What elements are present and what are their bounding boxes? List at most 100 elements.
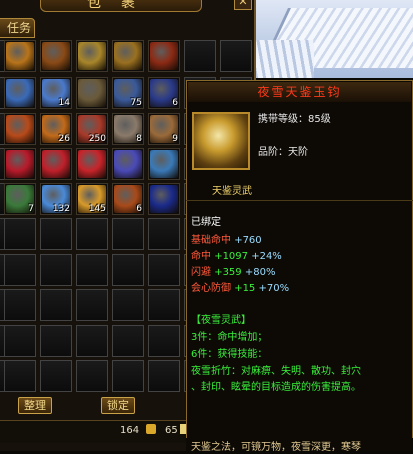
- bound-label: 已绑定: [191, 217, 221, 228]
- silver-amount: 65: [165, 425, 178, 436]
- item-count: 14: [58, 98, 70, 108]
- inventory-slot-empty[interactable]: [76, 254, 108, 286]
- stat-value: +15: [234, 283, 256, 294]
- item-flavor-text: 天鉴之法，可镜万物，夜雪深更，寒琴: [191, 442, 361, 453]
- item-count: 26: [58, 134, 70, 144]
- inventory-slot-item[interactable]: 26: [40, 113, 72, 145]
- stat-row: 闪避 +359 +80%: [191, 266, 275, 279]
- inventory-slot-empty[interactable]: [148, 360, 180, 392]
- skill-desc-line2: 、封印、眩晕的目标造成的伤害提高。: [191, 382, 361, 393]
- inventory-slot-empty[interactable]: [40, 360, 72, 392]
- inventory-slot-empty[interactable]: [4, 360, 36, 392]
- inventory-slot-empty[interactable]: [148, 218, 180, 250]
- inventory-slot-empty[interactable]: [40, 325, 72, 357]
- inventory-slot-item[interactable]: 145: [76, 183, 108, 215]
- stat-label: 基础命中: [191, 235, 231, 246]
- inventory-slot-empty[interactable]: [4, 289, 36, 321]
- inventory-slot-item[interactable]: 132: [40, 183, 72, 215]
- item-count: 132: [52, 204, 70, 214]
- lock-button[interactable]: 锁定: [101, 397, 135, 414]
- item-icon: [150, 150, 178, 178]
- inventory-slot-item[interactable]: [4, 40, 36, 72]
- inventory-slot-item[interactable]: 14: [40, 77, 72, 109]
- inventory-slot-empty[interactable]: [76, 289, 108, 321]
- item-icon: [6, 79, 34, 107]
- stat-bonus: +80%: [244, 267, 276, 278]
- inventory-slot-empty[interactable]: [112, 218, 144, 250]
- inventory-slot-item[interactable]: 250: [76, 113, 108, 145]
- inventory-slot-item[interactable]: [4, 113, 36, 145]
- stat-row: 基础命中 +760: [191, 234, 262, 247]
- skill-desc-line1: 夜雪折竹：对麻痹、失明、散功、封穴: [191, 366, 361, 377]
- inventory-slot-empty[interactable]: [112, 254, 144, 286]
- stat-value: +359: [214, 267, 242, 278]
- stat-label: 闪避: [191, 267, 211, 278]
- item-icon: [78, 150, 106, 178]
- inventory-slot-empty[interactable]: [112, 325, 144, 357]
- inventory-slot-item[interactable]: [76, 77, 108, 109]
- inventory-slot-empty[interactable]: [112, 360, 144, 392]
- inventory-slot-item[interactable]: [76, 40, 108, 72]
- inventory-slot-empty[interactable]: [148, 254, 180, 286]
- item-icon: [6, 150, 34, 178]
- set-name: 【夜雪灵武】: [191, 315, 251, 326]
- inventory-slot-item[interactable]: [112, 148, 144, 180]
- inventory-slot-item[interactable]: [4, 148, 36, 180]
- inventory-slot-empty[interactable]: [76, 360, 108, 392]
- item-count: 6: [172, 98, 178, 108]
- stat-bonus: +24%: [251, 251, 282, 262]
- gold-icon: [146, 424, 156, 434]
- bag-title: 包裹: [40, 0, 202, 12]
- item-count: 9: [172, 134, 178, 144]
- inventory-slot-item[interactable]: [112, 40, 144, 72]
- inventory-slot-item[interactable]: [148, 148, 180, 180]
- inventory-slot-empty[interactable]: [4, 254, 36, 286]
- snow-roof-left: [254, 40, 314, 78]
- inventory-slot-empty[interactable]: [76, 218, 108, 250]
- item-count: 250: [88, 134, 106, 144]
- item-icon: [78, 42, 106, 70]
- item-count: 7: [28, 204, 34, 214]
- inventory-slot-item[interactable]: 6: [148, 77, 180, 109]
- item-subtitle: 天鉴灵武: [212, 186, 252, 197]
- inventory-slot-item[interactable]: [4, 77, 36, 109]
- item-icon: [6, 42, 34, 70]
- inventory-slot-item[interactable]: 75: [112, 77, 144, 109]
- tooltip-divider: [186, 200, 413, 201]
- inventory-slot-empty[interactable]: [4, 218, 36, 250]
- inventory-slot-empty[interactable]: [76, 325, 108, 357]
- tab-task[interactable]: 任务: [0, 18, 35, 38]
- item-icon: [42, 150, 70, 178]
- stat-value: +760: [234, 235, 262, 246]
- item-icon: [192, 112, 250, 170]
- item-count: 75: [130, 98, 142, 108]
- item-icon: [42, 42, 70, 70]
- inventory-slot-empty[interactable]: [40, 289, 72, 321]
- sort-button[interactable]: 整理: [18, 397, 52, 414]
- inventory-slot-item[interactable]: 6: [112, 183, 144, 215]
- inventory-slot-item[interactable]: [148, 183, 180, 215]
- item-count: 6: [136, 204, 142, 214]
- inventory-slot-empty[interactable]: [40, 254, 72, 286]
- inventory-slot-empty[interactable]: [148, 325, 180, 357]
- close-button[interactable]: ✕: [234, 0, 252, 10]
- inventory-slot-empty[interactable]: [148, 289, 180, 321]
- carry-level: 携带等级：85级: [258, 114, 331, 125]
- inventory-slot-empty[interactable]: [220, 40, 252, 72]
- inventory-slot-empty[interactable]: [112, 289, 144, 321]
- inventory-slot-empty[interactable]: [184, 40, 216, 72]
- inventory-slot-empty[interactable]: [40, 218, 72, 250]
- inventory-slot-item[interactable]: [148, 40, 180, 72]
- inventory-slot-item[interactable]: [40, 148, 72, 180]
- item-icon: [78, 79, 106, 107]
- gold-amount: 164: [120, 425, 140, 436]
- inventory-slot-item[interactable]: 8: [112, 113, 144, 145]
- set-bonus-3: 3件：命中增加；: [191, 332, 268, 343]
- item-name: 夜雪天鉴玉钧: [188, 82, 411, 102]
- inventory-slot-item[interactable]: [76, 148, 108, 180]
- inventory-slot-item[interactable]: 9: [148, 113, 180, 145]
- stat-label: 会心防御: [191, 283, 231, 294]
- inventory-slot-empty[interactable]: [4, 325, 36, 357]
- inventory-slot-item[interactable]: [40, 40, 72, 72]
- inventory-slot-item[interactable]: 7: [4, 183, 36, 215]
